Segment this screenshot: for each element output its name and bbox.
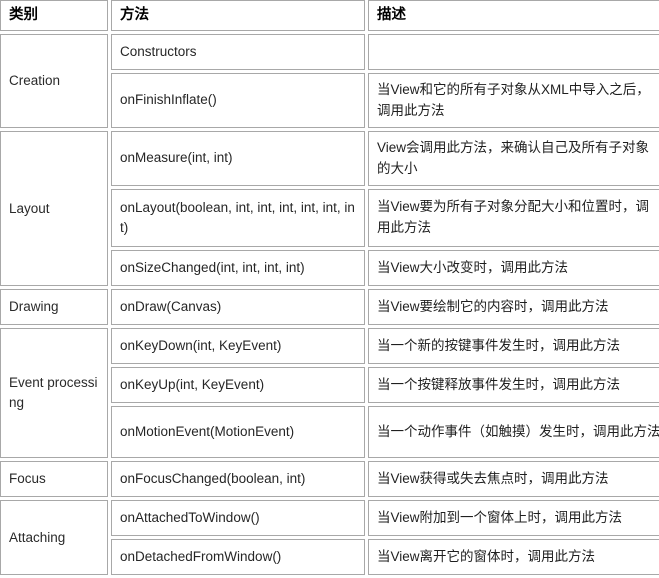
category-cell-drawing: Drawing: [0, 289, 108, 325]
column-header-description: 描述: [368, 0, 659, 31]
table-row: Attaching onAttachedToWindow() 当View附加到一…: [0, 500, 659, 575]
table-body: Creation Constructors onFinishInflate() …: [0, 34, 659, 575]
description-cell-onkeyup: 当一个按键释放事件发生时，调用此方法: [368, 367, 659, 403]
method-cell-onfocuschanged: onFocusChanged(boolean, int): [111, 461, 365, 497]
column-header-method: 方法: [111, 0, 365, 31]
method-cell-ondetachedfromwindow: onDetachedFromWindow(): [111, 539, 365, 575]
description-cell-ondetachedfromwindow: 当View离开它的窗体时，调用此方法: [368, 539, 659, 575]
method-cell-onkeydown: onKeyDown(int, KeyEvent): [111, 328, 365, 364]
category-cell-event-processing: Event processing: [0, 328, 108, 458]
column-header-category: 类别: [0, 0, 108, 31]
method-cell-onmeasure: onMeasure(int, int): [111, 131, 365, 186]
category-cell-creation: Creation: [0, 34, 108, 128]
description-cell-onlayout: 当View要为所有子对象分配大小和位置时，调用此方法: [368, 189, 659, 247]
category-cell-layout: Layout: [0, 131, 108, 286]
description-cell-onmeasure: View会调用此方法，来确认自己及所有子对象的大小: [368, 131, 659, 186]
description-cell-onkeydown: 当一个新的按键事件发生时，调用此方法: [368, 328, 659, 364]
method-cell-ondraw: onDraw(Canvas): [111, 289, 365, 325]
category-cell-focus: Focus: [0, 461, 108, 497]
description-cell-ondraw: 当View要绘制它的内容时，调用此方法: [368, 289, 659, 325]
table-row: Creation Constructors: [0, 34, 659, 128]
table-header: 类别 方法 描述: [0, 0, 659, 31]
table-row: Focus onFocusChanged(boolean, int) 当View…: [0, 461, 659, 497]
table-row: Event processing onKeyDown(int, KeyEvent…: [0, 328, 659, 458]
method-cell-onlayout: onLayout(boolean, int, int, int, int, in…: [111, 189, 365, 247]
document-body: 类别 方法 描述 Creation Constructors onFinishI…: [0, 0, 659, 578]
table-row: Drawing onDraw(Canvas) 当View要绘制它的内容时，调用此…: [0, 289, 659, 325]
description-cell-onattachedtowindow: 当View附加到一个窗体上时，调用此方法: [368, 500, 659, 536]
description-cell-constructors: [368, 34, 659, 70]
method-cell-onfinishinflate: onFinishInflate(): [111, 73, 365, 128]
description-cell-onfocuschanged: 当View获得或失去焦点时，调用此方法: [368, 461, 659, 497]
table-header-row: 类别 方法 描述: [0, 0, 659, 31]
method-cell-onkeyup: onKeyUp(int, KeyEvent): [111, 367, 365, 403]
description-cell-onfinishinflate: 当View和它的所有子对象从XML中导入之后，调用此方法: [368, 73, 659, 128]
method-cell-onsizechanged: onSizeChanged(int, int, int, int): [111, 250, 365, 286]
table-row: Layout onMeasure(int, int) View会调用此方法，来确…: [0, 131, 659, 286]
category-cell-attaching: Attaching: [0, 500, 108, 575]
method-cell-onmotionevent: onMotionEvent(MotionEvent): [111, 406, 365, 458]
description-cell-onmotionevent: 当一个动作事件（如触摸）发生时，调用此方法: [368, 406, 659, 458]
view-lifecycle-table: 类别 方法 描述 Creation Constructors onFinishI…: [0, 0, 659, 578]
method-cell-constructors: Constructors: [111, 34, 365, 70]
description-cell-onsizechanged: 当View大小改变时，调用此方法: [368, 250, 659, 286]
method-cell-onattachedtowindow: onAttachedToWindow(): [111, 500, 365, 536]
